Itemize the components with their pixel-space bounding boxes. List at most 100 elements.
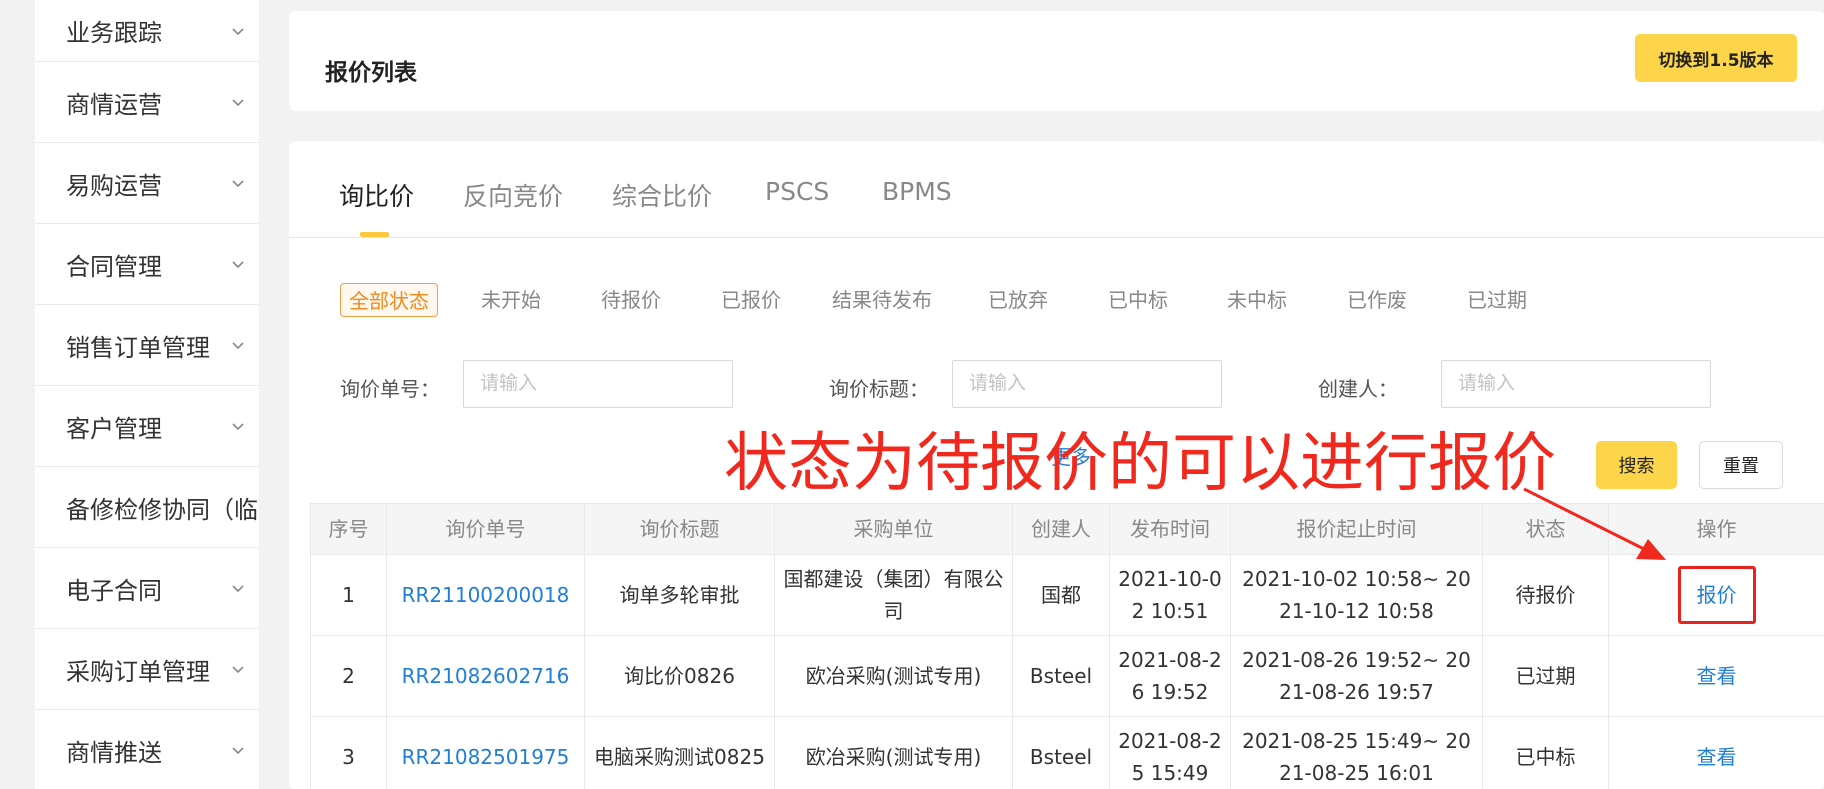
- chevron-down-icon: [231, 24, 245, 38]
- creator-input[interactable]: [1441, 360, 1711, 408]
- row-index: 3: [310, 716, 387, 789]
- status-filter-lost[interactable]: 未中标: [1227, 283, 1287, 317]
- status: 已中标: [1482, 716, 1609, 789]
- inquiry-title: 询单多轮审批: [584, 554, 775, 636]
- active-tab-indicator: [360, 232, 389, 237]
- tab-comprehensive-compare[interactable]: 综合比价: [612, 177, 712, 213]
- tab-inquiry-compare[interactable]: 询比价: [339, 177, 414, 213]
- inquiry-no-link[interactable]: RR21082602716: [386, 635, 585, 717]
- sidebar-item-business-tracking[interactable]: 业务跟踪: [35, 0, 259, 62]
- search-button[interactable]: 搜索: [1596, 441, 1677, 489]
- status-filter-pending-quote[interactable]: 待报价: [601, 283, 661, 317]
- switch-version-button[interactable]: 切换到1.5版本: [1635, 34, 1797, 82]
- purchasing-unit: 国都建设（集团）有限公司: [774, 554, 1013, 636]
- inquiry-no-link[interactable]: RR21082501975: [386, 716, 585, 789]
- status-filter-abandoned[interactable]: 已放弃: [988, 283, 1048, 317]
- chevron-down-icon: [231, 419, 245, 433]
- column-header: 发布时间: [1109, 503, 1231, 555]
- inquiry-no-label: 询价单号：: [340, 377, 440, 401]
- inquiry-no-input[interactable]: [463, 360, 733, 408]
- row-index: 1: [310, 554, 387, 636]
- sidebar-item-label: 易购运营: [66, 171, 162, 200]
- status-filter-result-pending[interactable]: 结果待发布: [832, 283, 932, 317]
- inquiry-title-label: 询价标题：: [829, 377, 929, 401]
- annotation-arrow-icon: [1523, 487, 1666, 560]
- status-filter-void[interactable]: 已作废: [1347, 283, 1407, 317]
- action-cell: 报价: [1608, 554, 1824, 636]
- sidebar: 业务跟踪 商情运营 易购运营 合同管理 销售订单管理 客户管理 备修检修协同（临…: [35, 0, 259, 789]
- table-row: 2 RR21082602716 询比价0826 欧冶采购(测试专用) Bstee…: [310, 635, 1824, 717]
- publish-time: 2021-08-26 19:52: [1109, 635, 1231, 717]
- view-action-link[interactable]: 查看: [1697, 664, 1737, 688]
- inquiry-title-input[interactable]: [952, 360, 1222, 408]
- row-index: 2: [310, 635, 387, 717]
- action-cell: 查看: [1608, 635, 1824, 717]
- column-header: 序号: [310, 503, 387, 555]
- sidebar-item-easybuy-ops[interactable]: 易购运营: [35, 143, 259, 224]
- reset-button[interactable]: 重置: [1699, 441, 1783, 489]
- chevron-down-icon: [231, 176, 245, 190]
- sidebar-item-label: 商情推送: [66, 738, 162, 767]
- chevron-down-icon: [231, 95, 245, 109]
- status-filter-won[interactable]: 已中标: [1108, 283, 1168, 317]
- sidebar-item-e-contract[interactable]: 电子合同: [35, 548, 259, 629]
- quote-period: 2021-10-02 10:58~ 2021-10-12 10:58: [1230, 554, 1483, 636]
- inquiry-no-link[interactable]: RR21100200018: [386, 554, 585, 636]
- annotation-text: 状态为待报价的可以进行报价: [724, 427, 1556, 501]
- sidebar-item-label: 备修检修协同（临: [66, 495, 258, 524]
- tab-bpms[interactable]: BPMS: [882, 177, 952, 206]
- chevron-down-icon: [231, 581, 245, 595]
- sidebar-item-sales-orders[interactable]: 销售订单管理: [35, 305, 259, 386]
- action-cell: 查看: [1608, 716, 1824, 789]
- column-header: 询价标题: [584, 503, 775, 555]
- status-filter-not-started[interactable]: 未开始: [481, 283, 541, 317]
- table-row: 3 RR21082501975 电脑采购测试0825 欧冶采购(测试专用) Bs…: [310, 716, 1824, 789]
- creator: Bsteel: [1012, 635, 1110, 717]
- sidebar-item-label: 销售订单管理: [66, 333, 210, 362]
- sidebar-item-label: 合同管理: [66, 252, 162, 281]
- status-filter-expired[interactable]: 已过期: [1467, 283, 1527, 317]
- tab-pscs[interactable]: PSCS: [765, 177, 829, 206]
- tab-reverse-auction[interactable]: 反向竞价: [463, 177, 563, 213]
- sidebar-item-label: 商情运营: [66, 90, 162, 119]
- status-filter-quoted[interactable]: 已报价: [721, 283, 781, 317]
- sidebar-item-customers[interactable]: 客户管理: [35, 386, 259, 467]
- sidebar-item-market-push[interactable]: 商情推送: [35, 710, 259, 789]
- publish-time: 2021-08-25 15:49: [1109, 716, 1231, 789]
- quote-period: 2021-08-25 15:49~ 2021-08-25 16:01: [1230, 716, 1483, 789]
- sidebar-item-label: 采购订单管理: [66, 657, 210, 686]
- sidebar-item-label: 业务跟踪: [66, 19, 162, 47]
- publish-time: 2021-10-02 10:51: [1109, 554, 1231, 636]
- status-filter-bar: 全部状态 未开始 待报价 已报价 结果待发布 已放弃 已中标 未中标 已作废 已…: [289, 283, 1824, 317]
- quote-action-link[interactable]: 报价: [1677, 566, 1756, 624]
- page-header: 报价列表 切换到1.5版本: [289, 11, 1824, 111]
- page-title: 报价列表: [325, 60, 417, 86]
- sidebar-item-contracts[interactable]: 合同管理: [35, 224, 259, 305]
- chevron-down-icon: [231, 257, 245, 271]
- column-header: 报价起止时间: [1230, 503, 1483, 555]
- status: 待报价: [1482, 554, 1609, 636]
- sidebar-item-label: 电子合同: [66, 576, 162, 605]
- status: 已过期: [1482, 635, 1609, 717]
- creator-label: 创建人：: [1318, 377, 1398, 401]
- sidebar-item-label: 客户管理: [66, 414, 162, 443]
- view-action-link[interactable]: 查看: [1697, 745, 1737, 769]
- column-header: 采购单位: [774, 503, 1013, 555]
- column-header: 创建人: [1012, 503, 1110, 555]
- tab-bar: 询比价 反向竞价 综合比价 PSCS BPMS: [289, 141, 1824, 238]
- creator: Bsteel: [1012, 716, 1110, 789]
- sidebar-item-maintenance[interactable]: 备修检修协同（临: [35, 467, 259, 548]
- purchasing-unit: 欧冶采购(测试专用): [774, 716, 1013, 789]
- inquiry-title: 询比价0826: [584, 635, 775, 717]
- quote-period: 2021-08-26 19:52~ 2021-08-26 19:57: [1230, 635, 1483, 717]
- status-filter-all[interactable]: 全部状态: [340, 283, 438, 317]
- table-row: 1 RR21100200018 询单多轮审批 国都建设（集团）有限公司 国都 2…: [310, 554, 1824, 636]
- sidebar-item-purchase-orders[interactable]: 采购订单管理: [35, 629, 259, 710]
- sidebar-item-market-ops[interactable]: 商情运营: [35, 62, 259, 143]
- column-header: 询价单号: [386, 503, 585, 555]
- chevron-down-icon: [231, 338, 245, 352]
- chevron-down-icon: [231, 662, 245, 676]
- chevron-down-icon: [231, 743, 245, 757]
- inquiry-title: 电脑采购测试0825: [584, 716, 775, 789]
- creator: 国都: [1012, 554, 1110, 636]
